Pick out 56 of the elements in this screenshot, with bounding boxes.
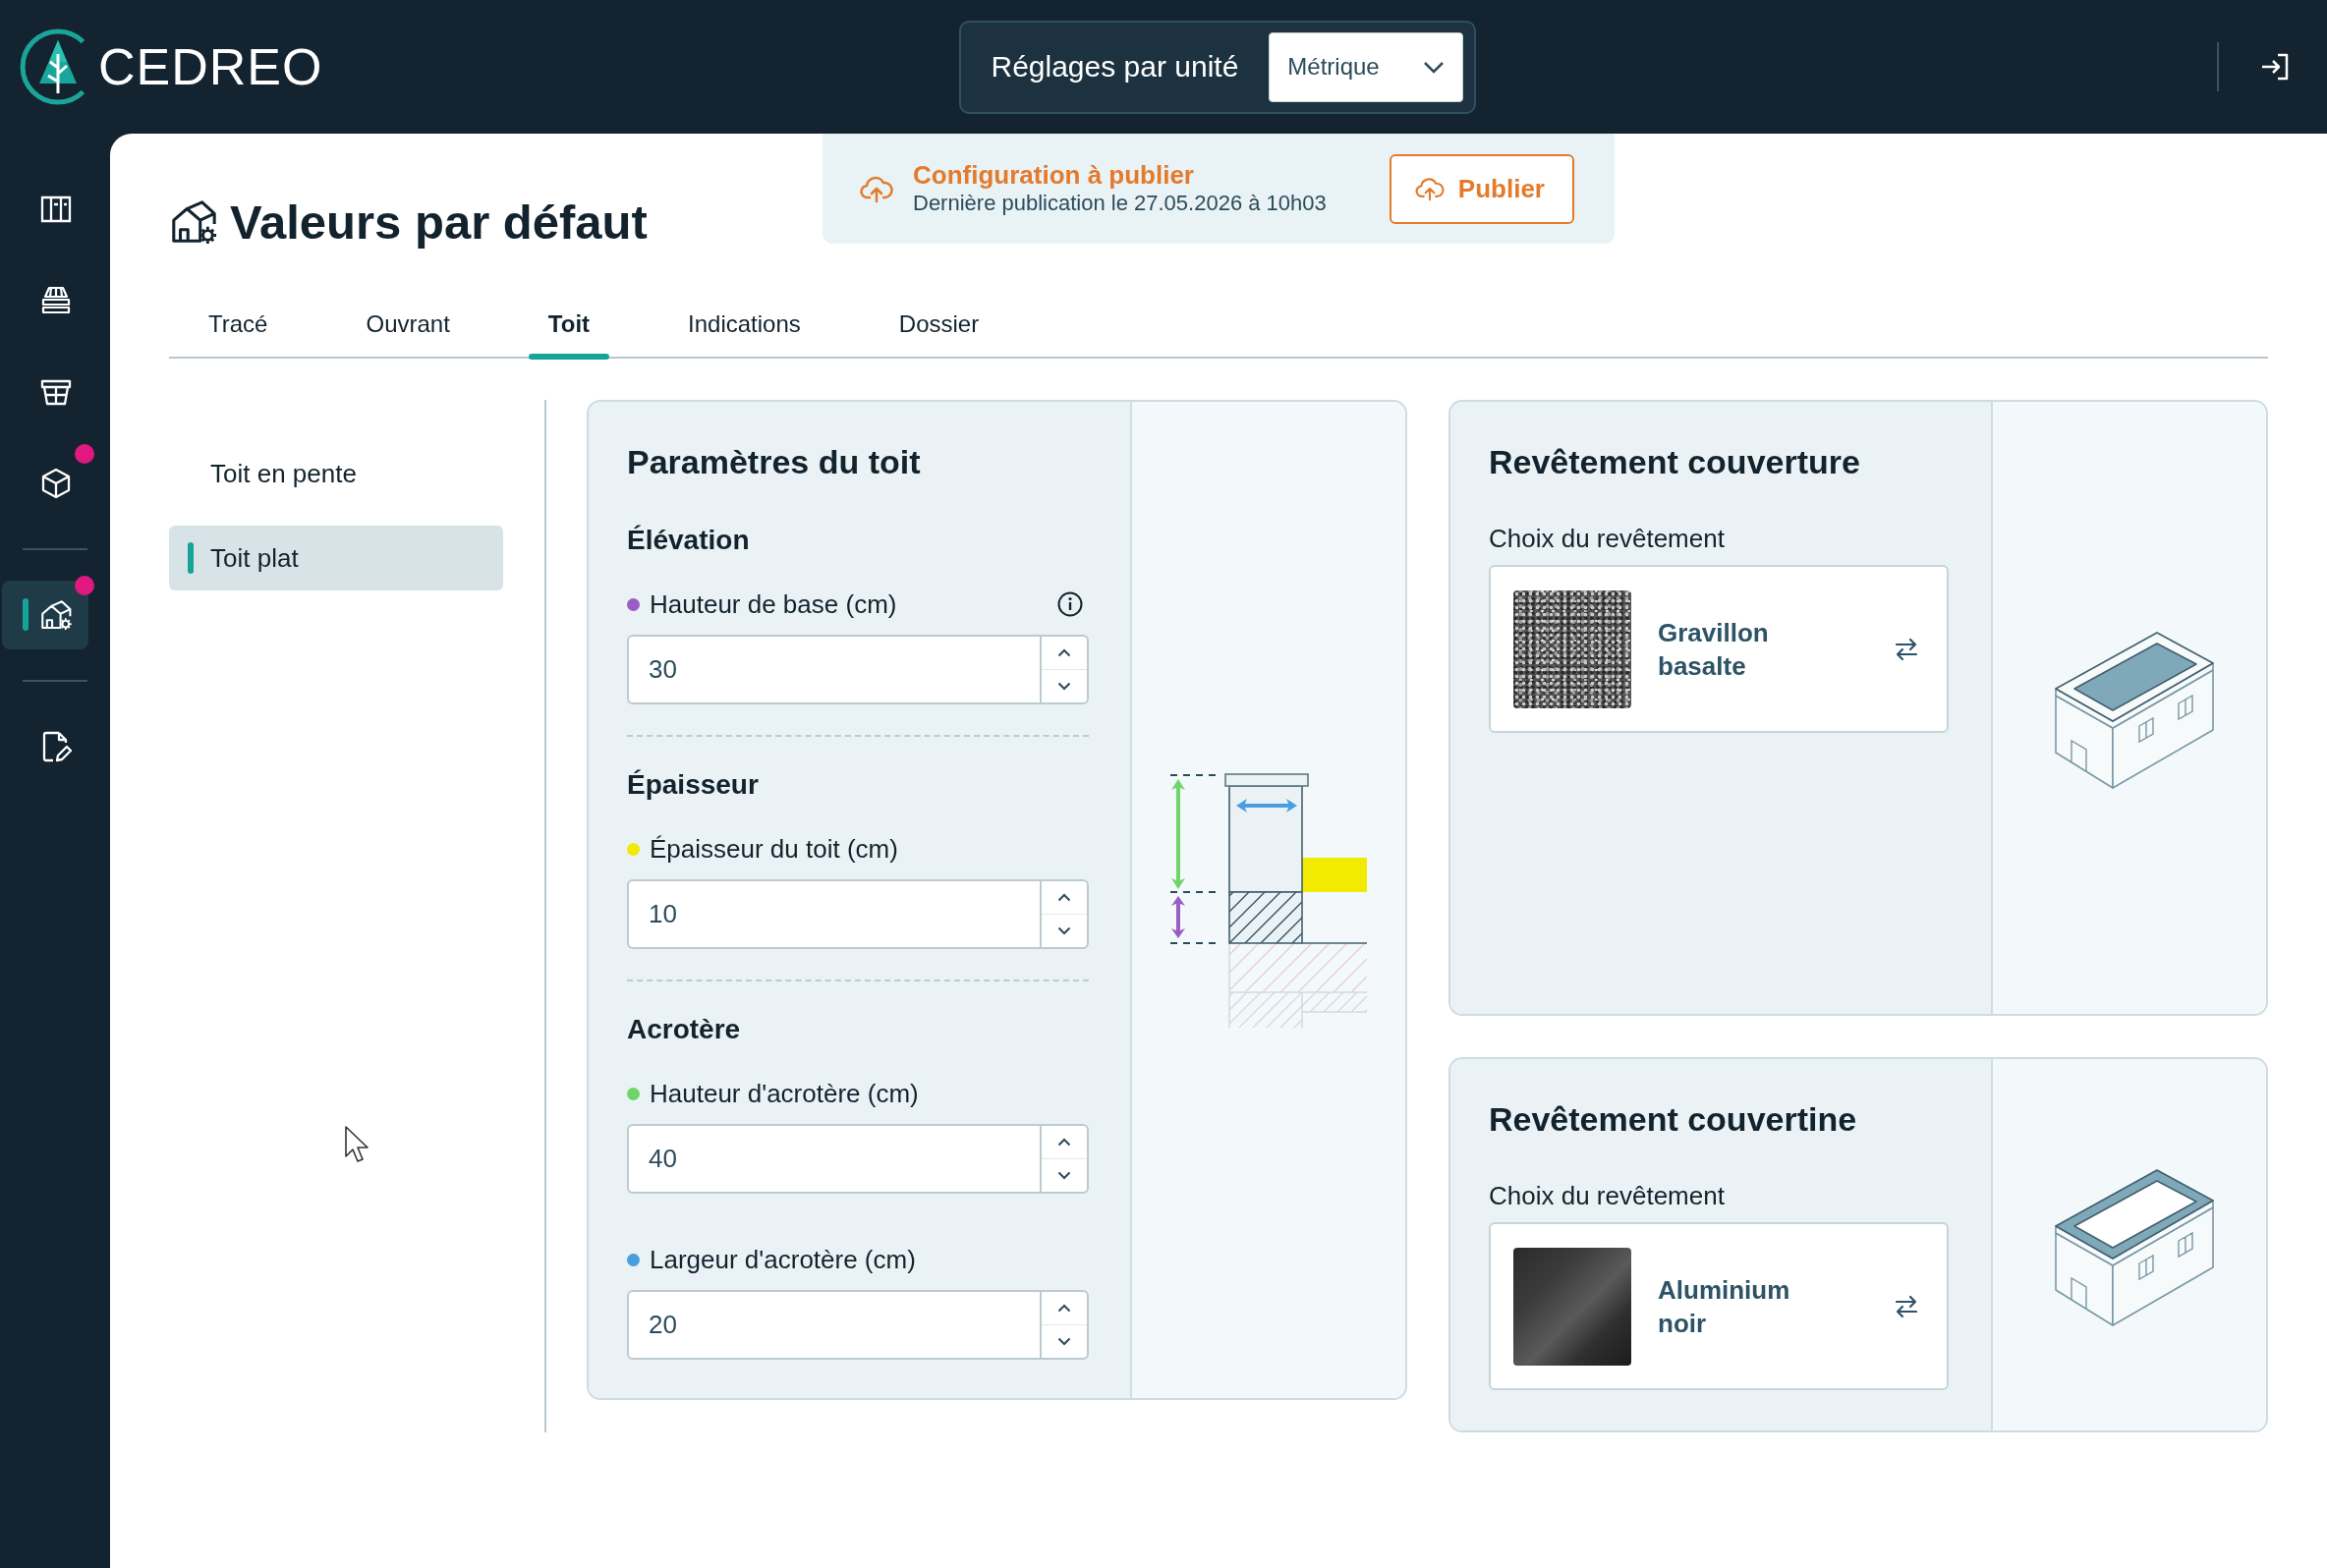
tab[interactable]: Ouvrant (346, 295, 470, 360)
info-icon[interactable] (1057, 591, 1083, 617)
section-title: Élévation (627, 524, 751, 557)
chevron-up-icon (1057, 648, 1071, 657)
number-input-field[interactable]: 10 (627, 879, 1040, 949)
parapet-width-arrow (1236, 799, 1297, 812)
base-height-arrow (1171, 896, 1185, 938)
chevron-up-icon (1057, 1304, 1071, 1313)
chevron-down-icon (1423, 60, 1446, 74)
chevron-down-icon (1057, 926, 1071, 935)
chevron-down-icon (1057, 682, 1071, 691)
units-label: Réglages par unité (991, 50, 1239, 84)
number-input-field[interactable]: 40 (627, 1124, 1040, 1194)
material-name: Aluminium noir (1658, 1273, 1791, 1340)
card-title: Revêtement couvertine (1489, 1099, 1858, 1139)
material-selector[interactable]: Gravillon basalte (1489, 565, 1949, 733)
logout-icon[interactable] (2260, 52, 2290, 82)
publish-status-title: Configuration à publier (913, 160, 1195, 190)
sidebar-button[interactable] (2, 581, 88, 649)
roof-layer (1302, 858, 1367, 892)
field-label: Hauteur d'acrotère (cm) (650, 1078, 919, 1109)
card-title: Revêtement couverture (1489, 442, 1861, 481)
section-title: Épaisseur (627, 768, 760, 802)
cube-icon (39, 467, 73, 500)
choice-label: Choix du revêtement (1489, 523, 1726, 554)
mouse-pointer-icon (344, 1125, 370, 1164)
card-title: Paramètres du toit (627, 442, 922, 481)
chevron-up-icon (1057, 893, 1071, 902)
logo-text: CEDREO (98, 37, 323, 96)
tab[interactable]: Dossier (879, 295, 999, 360)
number-input-field[interactable]: 20 (627, 1290, 1040, 1360)
page-title: Valeurs par défaut (230, 195, 648, 250)
choice-label: Choix du revêtement (1489, 1180, 1726, 1211)
cloud-upload-icon (1414, 176, 1445, 201)
house-gear-icon (39, 598, 73, 632)
tab[interactable]: Indications (668, 295, 821, 360)
chevron-up-icon (1057, 1138, 1071, 1147)
material-selector[interactable]: Aluminium noir (1489, 1222, 1949, 1390)
field-label: Largeur d'acrotère (cm) (650, 1244, 916, 1275)
tab[interactable]: Tracé (189, 295, 288, 360)
section-title: Acrotère (627, 1013, 742, 1046)
number-input-field[interactable]: 30 (627, 635, 1040, 704)
roof-type-item[interactable]: Toit en pente (169, 441, 503, 506)
chevron-down-icon (1057, 1171, 1071, 1180)
field-label: Épaisseur du toit (cm) (650, 833, 898, 865)
material-name: Gravillon basalte (1658, 616, 1770, 683)
units-select[interactable]: Métrique (1269, 31, 1464, 102)
last-publication-text: Dernière publication le 27.05.2026 à 10h03 (913, 190, 1327, 217)
field-label: Hauteur de base (cm) (650, 588, 897, 620)
house-gear-icon (169, 197, 218, 247)
chevron-down-icon (1057, 1337, 1071, 1346)
swap-arrows-icon[interactable] (1894, 637, 1919, 661)
roof-type-item[interactable]: Toit plat (169, 526, 503, 590)
cloud-upload-icon (860, 174, 893, 203)
tab[interactable]: Toit (528, 295, 610, 360)
swap-arrows-icon[interactable] (1894, 1294, 1919, 1318)
